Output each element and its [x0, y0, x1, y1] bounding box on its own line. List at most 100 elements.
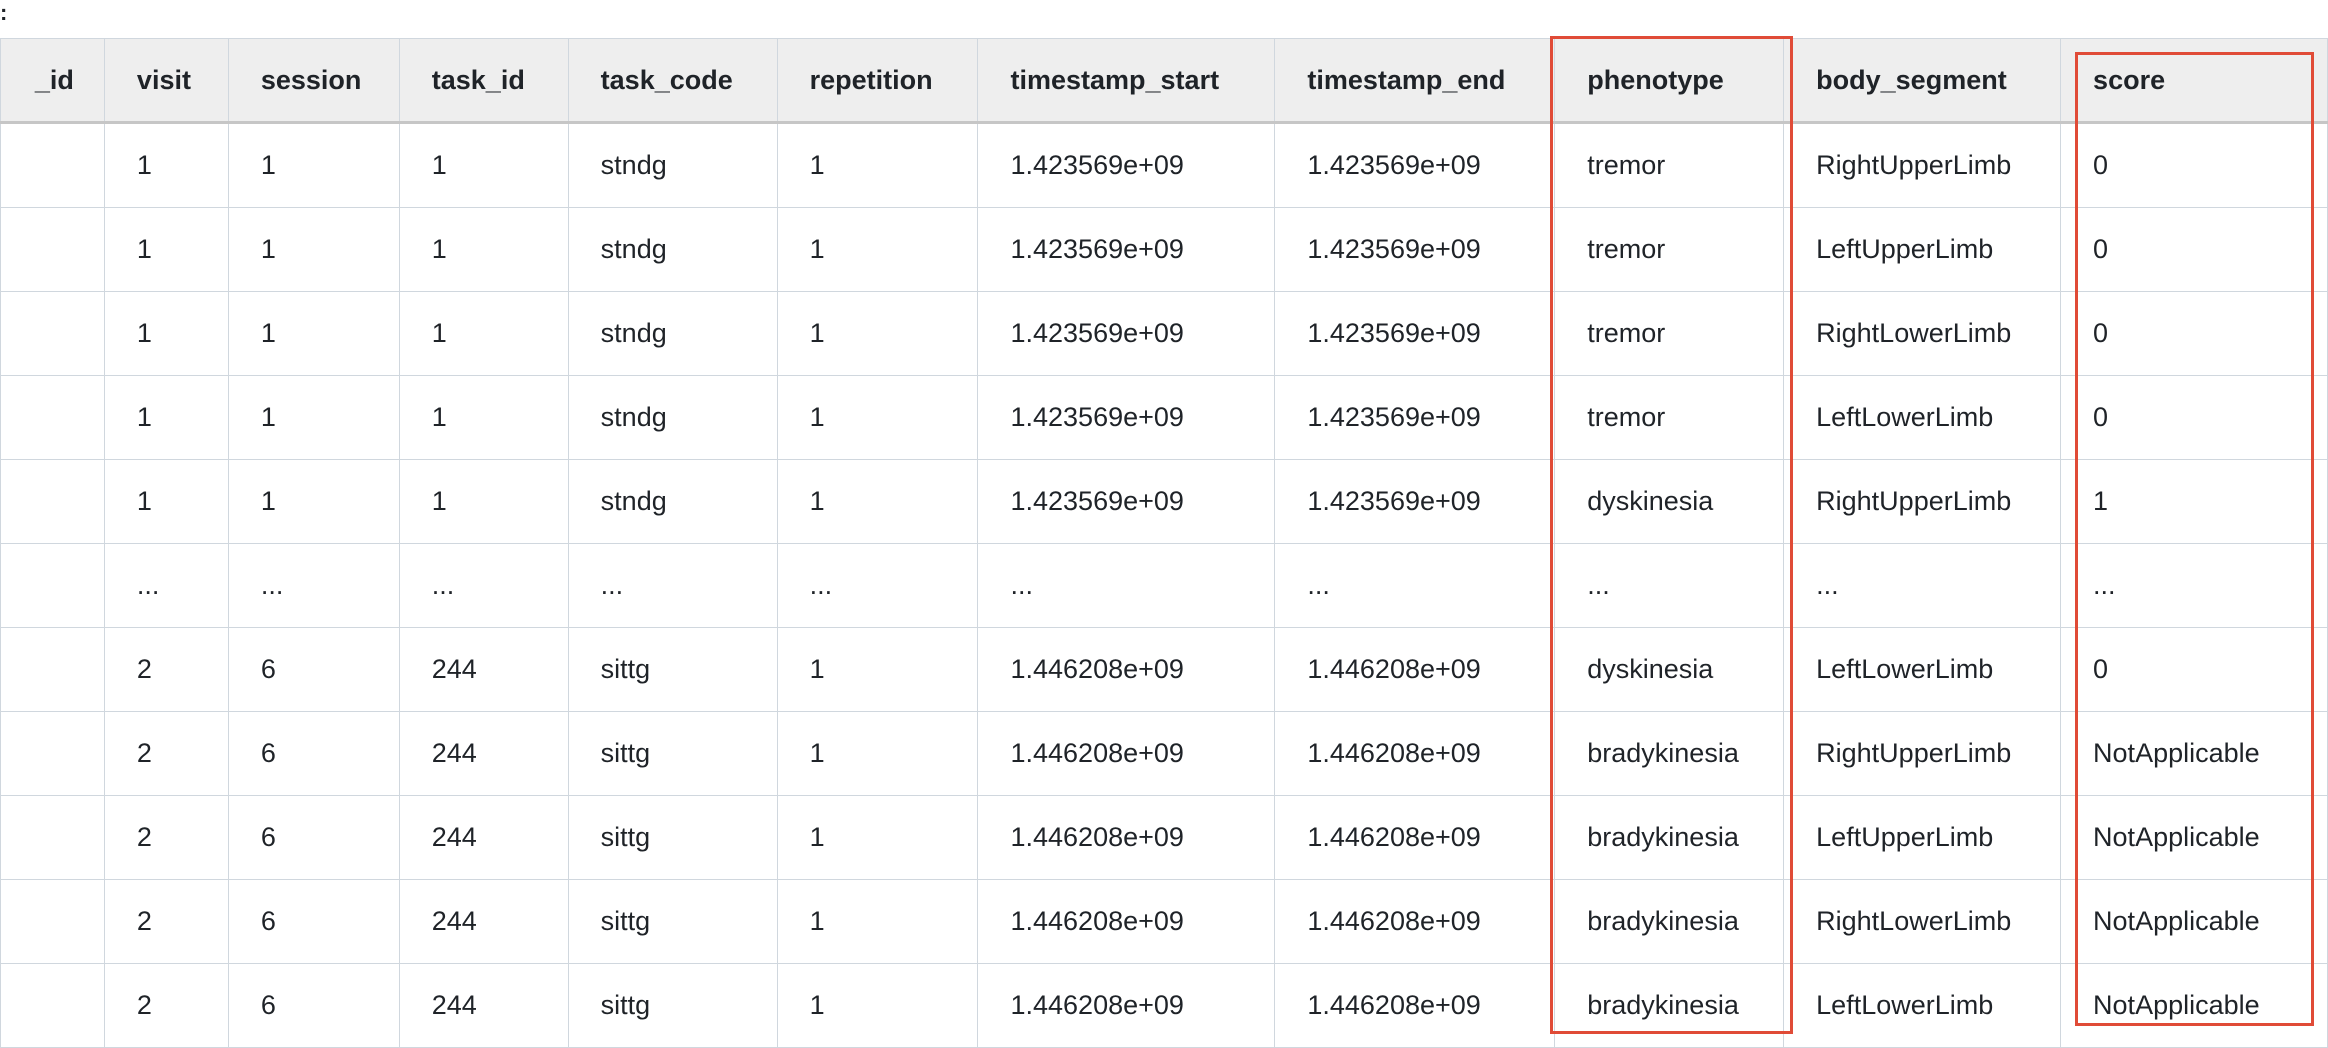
table-cell-timestamp-end: ... — [1274, 543, 1556, 628]
table-cell-session: 6 — [227, 879, 400, 964]
table-row: 1 1 1 stndg 1 1.423569e+09 1.423569e+09 tremor L… — [0, 375, 2328, 460]
table-cell-phenotype: tremor — [1554, 291, 1785, 376]
table-cell--id — [0, 543, 105, 628]
table-cell--id — [0, 122, 105, 208]
table-cell-task-code: sittg — [567, 963, 778, 1048]
table-cell-timestamp-start: 1.446208e+09 — [977, 963, 1276, 1048]
table-cell--id — [0, 459, 105, 544]
table-cell-phenotype: tremor — [1554, 375, 1785, 460]
table-cell-task-code: sittg — [567, 795, 778, 880]
table-cell-visit: 1 — [103, 291, 229, 376]
table-cell-phenotype: dyskinesia — [1554, 459, 1785, 544]
table-cell-repetition: ... — [776, 543, 979, 628]
table-cell-timestamp-start: 1.423569e+09 — [977, 291, 1276, 376]
table-cell-visit: 2 — [103, 963, 229, 1048]
table-cell-visit: 1 — [103, 459, 229, 544]
table-cell-score: 1 — [2060, 459, 2328, 544]
table-cell-timestamp-end: 1.423569e+09 — [1274, 207, 1556, 292]
column-header-score: score — [2060, 38, 2328, 124]
table-cell-session: 1 — [227, 459, 400, 544]
table-row: .............................. — [0, 543, 2328, 628]
table-cell-timestamp-end: 1.446208e+09 — [1274, 711, 1556, 796]
table-cell-task-id: ... — [398, 543, 569, 628]
table-cell-score: 0 — [2060, 627, 2328, 712]
table-cell-phenotype: bradykinesia — [1554, 711, 1785, 796]
table-cell-body-segment: RightUpperLimb — [1783, 711, 2062, 796]
table-cell-session: 1 — [227, 375, 400, 460]
table-cell-timestamp-end: 1.423569e+09 — [1274, 122, 1556, 208]
table-cell-task-code: ... — [567, 543, 778, 628]
table-body: 1 1 1 stndg 1 1.423569e+09 1.423569e+09 tremor R… — [0, 122, 2328, 1048]
table-cell-task-code: sittg — [567, 627, 778, 712]
table-cell--id — [0, 795, 105, 880]
table-cell-session: 6 — [227, 711, 400, 796]
table-cell-session: 1 — [227, 291, 400, 376]
table-cell-timestamp-end: 1.423569e+09 — [1274, 459, 1556, 544]
header-row: _id visit session task_id task_code repetitio… — [0, 38, 2328, 124]
table-cell-task-code: stndg — [567, 207, 778, 292]
column-header-visit: visit — [103, 38, 229, 124]
column-header-label: _id — [34, 64, 74, 95]
truncated-prefix-text: : — [0, 0, 8, 25]
table-cell-timestamp-end: 1.423569e+09 — [1274, 291, 1556, 376]
table-cell-session: 1 — [227, 207, 400, 292]
table-cell-visit: 2 — [103, 627, 229, 712]
table-cell-timestamp-start: 1.446208e+09 — [977, 711, 1276, 796]
table-cell-visit: 1 — [103, 122, 229, 208]
table-cell-score: ... — [2060, 543, 2328, 628]
table-cell-body-segment: LeftLowerLimb — [1783, 375, 2062, 460]
table-cell-timestamp-start: ... — [977, 543, 1276, 628]
table-cell-timestamp-end: 1.446208e+09 — [1274, 879, 1556, 964]
table-cell--id — [0, 879, 105, 964]
table-cell-task-id: 1 — [398, 207, 569, 292]
table-cell-phenotype: bradykinesia — [1554, 879, 1785, 964]
table-cell-score: 0 — [2060, 122, 2328, 208]
table-cell-score: 0 — [2060, 375, 2328, 460]
table-cell--id — [0, 207, 105, 292]
table-cell-repetition: 1 — [776, 711, 979, 796]
table-cell-task-id: 244 — [398, 711, 569, 796]
table-cell-repetition: 1 — [776, 459, 979, 544]
table-cell-phenotype: tremor — [1554, 207, 1785, 292]
table-cell-body-segment: ... — [1783, 543, 2062, 628]
table-cell-visit: 2 — [103, 879, 229, 964]
table-cell-repetition: 1 — [776, 122, 979, 208]
column-header-timestamp-end: timestamp_end — [1274, 38, 1556, 124]
table-row: 1 1 1 stndg 1 1.423569e+09 1.423569e+09 tremor L… — [0, 207, 2328, 292]
data-table: _id visit session task_id task_code repetitio… — [0, 38, 2328, 1048]
table-cell-session: 6 — [227, 627, 400, 712]
table-cell--id — [0, 291, 105, 376]
table-header: _id visit session task_id task_code repetitio… — [0, 38, 2328, 124]
table-cell-score: NotApplicable — [2060, 711, 2328, 796]
table-cell-body-segment: LeftUpperLimb — [1783, 795, 2062, 880]
table-cell-session: 1 — [227, 122, 400, 208]
table-cell-task-code: stndg — [567, 122, 778, 208]
table-cell-score: 0 — [2060, 207, 2328, 292]
column-header-task-id: task_id — [398, 38, 569, 124]
table-cell-task-id: 244 — [398, 879, 569, 964]
table-cell-repetition: 1 — [776, 627, 979, 712]
column-header-phenotype: phenotype — [1554, 38, 1785, 124]
table-cell-timestamp-end: 1.446208e+09 — [1274, 963, 1556, 1048]
table-cell-session: ... — [227, 543, 400, 628]
table-cell-task-code: sittg — [567, 879, 778, 964]
column-header-task-code: task_code — [567, 38, 778, 124]
table-cell-task-code: stndg — [567, 459, 778, 544]
table-row: 1 1 1 stndg 1 1.423569e+09 1.423569e+09 tremor R… — [0, 291, 2328, 376]
table-cell-body-segment: RightLowerLimb — [1783, 291, 2062, 376]
table-row: 2 6 244 sittg 1 1.446208e+09 1.446208e+09 brady… — [0, 795, 2328, 880]
table-cell--id — [0, 375, 105, 460]
table-cell-timestamp-start: 1.446208e+09 — [977, 879, 1276, 964]
table-cell--id — [0, 963, 105, 1048]
table-cell-task-id: 244 — [398, 795, 569, 880]
table-cell-visit: 1 — [103, 207, 229, 292]
table-cell-timestamp-start: 1.446208e+09 — [977, 795, 1276, 880]
table-cell-body-segment: LeftLowerLimb — [1783, 963, 2062, 1048]
table-cell-score: NotApplicable — [2060, 795, 2328, 880]
table-cell-visit: ... — [103, 543, 229, 628]
table-row: 2 6 244 sittg 1 1.446208e+09 1.446208e+09 brady… — [0, 879, 2328, 964]
table-cell-score: NotApplicable — [2060, 879, 2328, 964]
column-header-body-segment: body_segment — [1783, 38, 2062, 124]
table-cell-body-segment: RightLowerLimb — [1783, 879, 2062, 964]
table-cell-repetition: 1 — [776, 963, 979, 1048]
